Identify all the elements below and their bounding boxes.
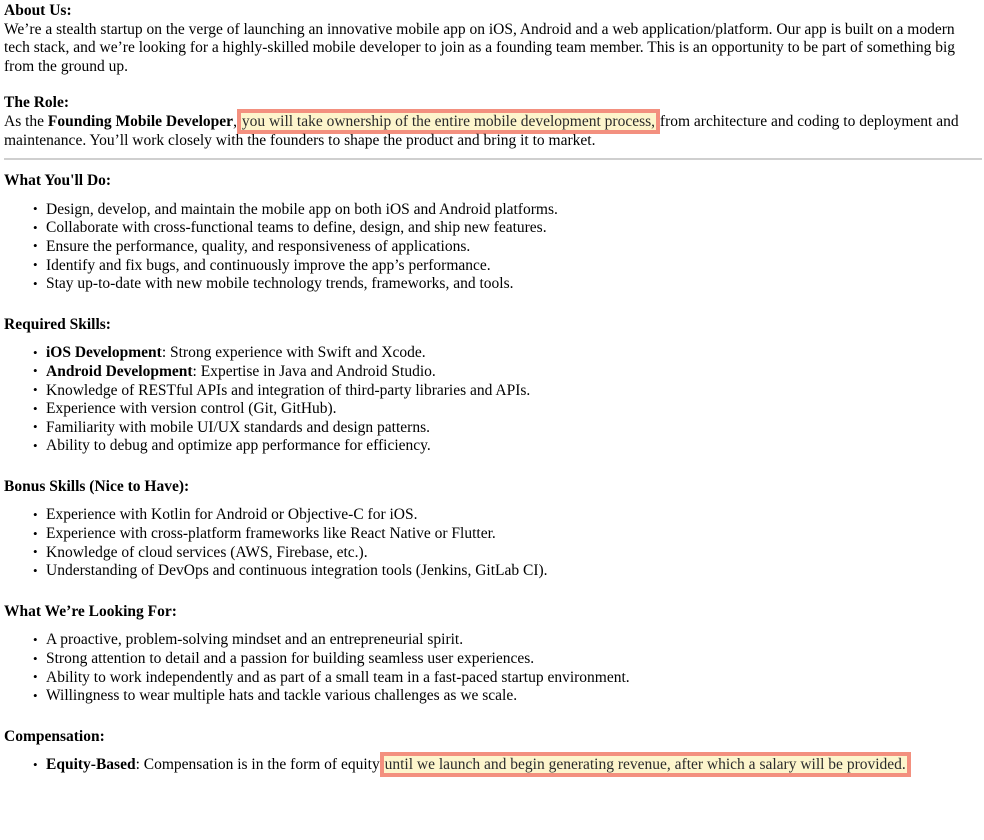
list-item: Experience with version control (Git, Gi… <box>33 400 964 419</box>
section-heading-what-youll-do: What You'll Do: <box>4 172 112 190</box>
highlight-role-ownership: you will take ownership of the entire mo… <box>240 112 657 130</box>
section-heading-the-role: The Role: <box>4 94 70 112</box>
list-item-text: Experience with version control (Git, Gi… <box>46 400 337 418</box>
list-item-label: Android Development <box>46 362 193 380</box>
highlight-compensation-salary: until we launch and begin generating rev… <box>383 756 907 774</box>
section-heading-required-skills: Required Skills: <box>4 315 111 333</box>
section-what-were-looking-for: What We’re Looking For: A proactive, pro… <box>4 603 964 706</box>
document-body: About Us: We’re a stealth startup on the… <box>0 0 984 775</box>
section-the-role: The Role: As the Founding Mobile Develop… <box>4 94 964 150</box>
list-item-text: Familiarity with mobile UI/UX standards … <box>46 418 430 436</box>
bullet-list-what-youll-do: Design, develop, and maintain the mobile… <box>4 200 964 294</box>
list-item-text: : Strong experience with Swift and Xcode… <box>161 344 426 362</box>
list-item-text: : Compensation is in the form of equity <box>135 756 384 774</box>
list-item-text: : Expertise in Java and Android Studio. <box>192 362 436 380</box>
section-what-youll-do: What You'll Do: Design, develop, and mai… <box>4 172 964 294</box>
list-item: Knowledge of cloud services (AWS, Fireba… <box>33 543 964 563</box>
list-item-label: Equity-Based <box>46 756 136 774</box>
list-item: Understanding of DevOps and continuous i… <box>33 562 964 581</box>
section-compensation: Compensation: Equity-Based: Compensation… <box>4 728 964 775</box>
list-item: Ability to work independently and as par… <box>33 668 964 688</box>
role-mid-text: , <box>233 112 241 130</box>
bullet-list-bonus-skills: Experience with Kotlin for Android or Ob… <box>4 506 964 580</box>
section-about-us: About Us: We’re a stealth startup on the… <box>4 2 964 76</box>
list-item: Experience with Kotlin for Android or Ob… <box>33 506 964 525</box>
section-heading-compensation: Compensation: <box>4 727 105 745</box>
bullet-list-compensation: Equity-Based: Compensation is in the for… <box>4 756 964 775</box>
list-item: Equity-Based: Compensation is in the for… <box>33 756 964 775</box>
list-item: Stay up-to-date with new mobile technolo… <box>33 275 964 294</box>
list-item-text: Knowledge of RESTful APIs and integratio… <box>46 381 531 399</box>
list-item: iOS Development: Strong experience with … <box>33 344 964 363</box>
list-item: Android Development: Expertise in Java a… <box>33 362 964 382</box>
bullet-list-what-were-looking-for: A proactive, problem-solving mindset and… <box>4 631 964 705</box>
role-lead-text: As the <box>4 112 48 130</box>
role-bold-title: Founding Mobile Developer <box>47 112 234 130</box>
list-item: Collaborate with cross-functional teams … <box>33 219 964 238</box>
list-item: Strong attention to detail and a passion… <box>33 650 964 669</box>
bullet-list-required-skills: iOS Development: Strong experience with … <box>4 344 964 456</box>
list-item: Identify and fix bugs, and continuously … <box>33 256 964 276</box>
list-item: Knowledge of RESTful APIs and integratio… <box>33 381 964 401</box>
section-required-skills: Required Skills: iOS Development: Strong… <box>4 316 964 456</box>
list-item: Ensure the performance, quality, and res… <box>33 237 964 257</box>
list-item: Familiarity with mobile UI/UX standards … <box>33 418 964 438</box>
section-heading-about-us: About Us: <box>4 2 72 19</box>
list-item: A proactive, problem-solving mindset and… <box>33 631 964 650</box>
horizontal-divider <box>4 158 982 161</box>
list-item: Ability to debug and optimize app perfor… <box>33 437 964 456</box>
list-item-text: Ability to debug and optimize app perfor… <box>46 437 431 455</box>
section-heading-bonus-skills: Bonus Skills (Nice to Have): <box>4 477 190 495</box>
list-item: Design, develop, and maintain the mobile… <box>33 200 964 220</box>
section-heading-what-were-looking-for: What We’re Looking For: <box>4 602 177 620</box>
list-item: Experience with cross-platform framework… <box>33 525 964 544</box>
section-paragraph-about-us: We’re a stealth startup on the verge of … <box>4 20 956 75</box>
section-bonus-skills: Bonus Skills (Nice to Have): Experience … <box>4 478 964 581</box>
list-item: Willingness to wear multiple hats and ta… <box>33 687 964 706</box>
list-item-label: iOS Development <box>46 344 162 362</box>
section-paragraph-the-role: As the Founding Mobile Developer, you wi… <box>4 112 964 150</box>
